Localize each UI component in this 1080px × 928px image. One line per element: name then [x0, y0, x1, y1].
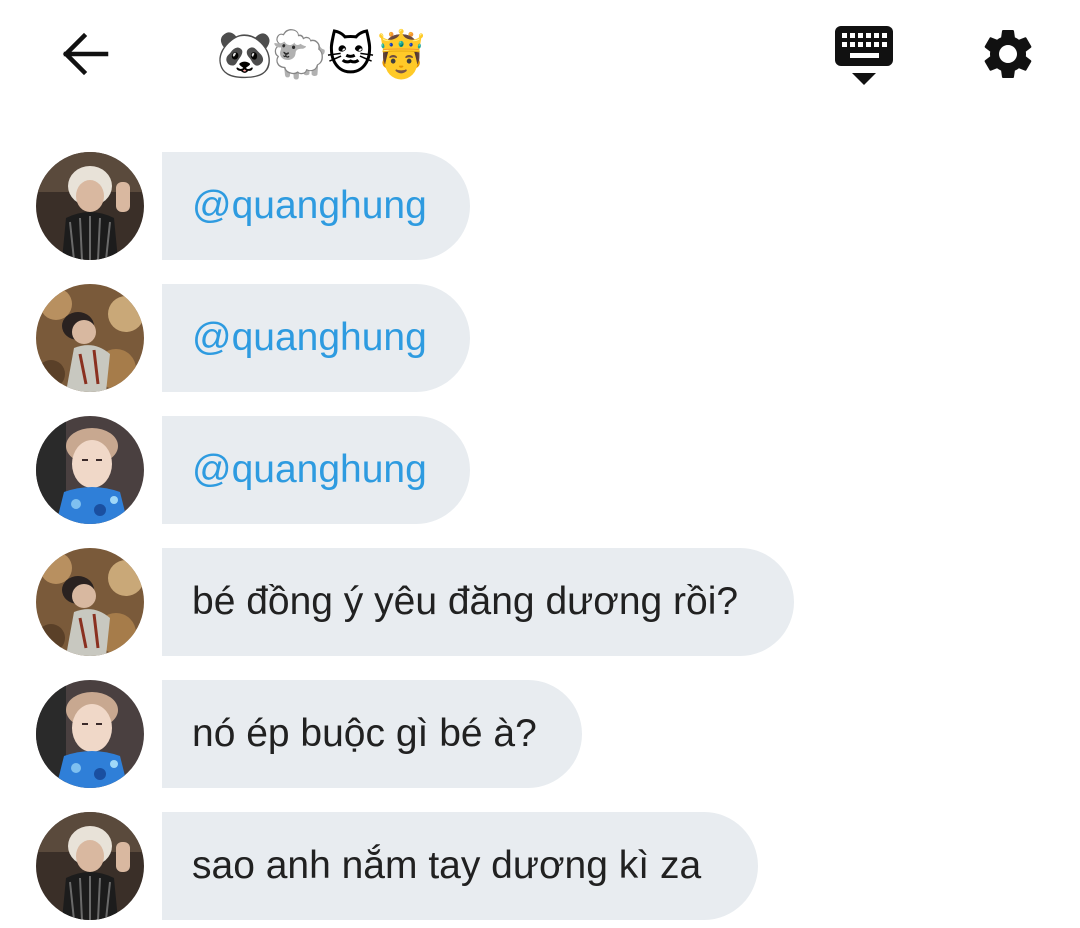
message-bubble[interactable]: nó ép buộc gì bé à? [162, 680, 582, 788]
avatar[interactable] [36, 812, 144, 920]
keyboard-hide-button[interactable] [830, 22, 898, 90]
avatar-3-image [36, 680, 144, 788]
message-bubble[interactable]: sao anh nắm tay dương kì za [162, 812, 758, 920]
chat-header: 🐼🐑🐱🤴 [0, 0, 1080, 110]
settings-button[interactable] [976, 22, 1040, 86]
message-bubble[interactable]: @quanghung [162, 284, 470, 392]
avatar-3-image [36, 416, 144, 524]
arrow-left-icon [62, 32, 109, 76]
avatar-2-image [36, 284, 144, 392]
avatar-1-image [36, 812, 144, 920]
gear-icon [984, 29, 1032, 78]
avatar[interactable] [36, 416, 144, 524]
keyboard-hide-icon [835, 26, 893, 85]
avatar-1-image [36, 152, 144, 260]
avatar[interactable] [36, 284, 144, 392]
avatar-2-image [36, 548, 144, 656]
avatar[interactable] [36, 680, 144, 788]
message-bubble[interactable]: @quanghung [162, 152, 470, 260]
avatar[interactable] [36, 548, 144, 656]
message-bubble[interactable]: @quanghung [162, 416, 470, 524]
avatar[interactable] [36, 152, 144, 260]
back-button[interactable] [54, 24, 114, 84]
chat-title: 🐼🐑🐱🤴 [216, 26, 430, 81]
message-bubble[interactable]: bé đồng ý yêu đăng dương rồi? [162, 548, 794, 656]
